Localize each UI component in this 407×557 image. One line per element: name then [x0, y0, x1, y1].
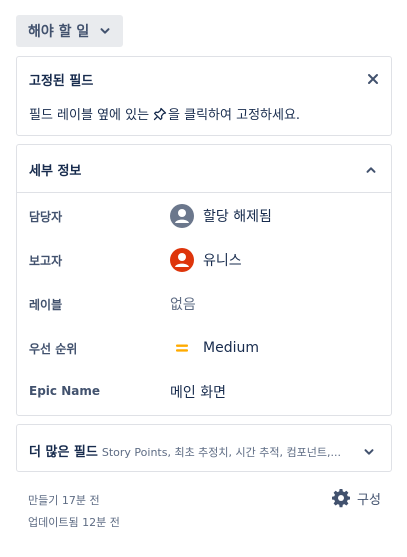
configure-button[interactable]: 구성 [331, 488, 381, 508]
field-label: 담당자 [29, 210, 63, 224]
more-fields-subtitle: Story Points, 최초 추정치, 시간 추적, 컴포넌트,... [101, 446, 341, 459]
details-header[interactable]: 세부 정보 [17, 145, 391, 193]
reporter-text: 유니스 [203, 253, 242, 269]
details-card: 세부 정보 담당자 할당 해제됨 보고자 유니스 레이블 없음 우선 순위 Me… [16, 144, 392, 416]
field-label: 보고자 [29, 254, 63, 268]
field-assignee: 담당자 할당 해제됨 [17, 204, 391, 228]
assignee-value[interactable]: 할당 해제됨 [170, 204, 272, 228]
pinned-desc-after: 을 클릭하여 고정하세요. [168, 108, 301, 123]
pinned-fields-description: 필드 레이블 옆에 있는 을 클릭하여 고정하세요. [29, 104, 300, 123]
more-fields-card[interactable]: 더 많은 필드 Story Points, 최초 추정치, 시간 추적, 컴포넌트… [16, 424, 392, 472]
pinned-fields-title: 고정된 필드 [29, 74, 94, 89]
unassigned-avatar-icon [170, 204, 194, 228]
priority-text: Medium [203, 340, 259, 356]
pinned-fields-card: 고정된 필드 필드 레이블 옆에 있는 을 클릭하여 고정하세요. [16, 56, 392, 136]
reporter-value[interactable]: 유니스 [170, 248, 242, 272]
details-title: 세부 정보 [29, 164, 82, 179]
status-label: 해야 할 일 [28, 24, 90, 40]
field-label: 우선 순위 [29, 342, 78, 356]
chevron-up-icon[interactable] [365, 161, 377, 180]
field-priority: 우선 순위 Medium [17, 336, 391, 360]
created-timestamp: 만들기 17분 전 [28, 494, 100, 507]
close-icon[interactable] [367, 70, 379, 89]
priority-medium-icon [170, 336, 194, 360]
updated-timestamp: 업데이트됨 12분 전 [28, 516, 120, 529]
gear-icon [332, 489, 350, 508]
priority-value[interactable]: Medium [170, 336, 259, 360]
chevron-down-icon [99, 25, 111, 37]
chevron-down-icon[interactable] [363, 443, 375, 462]
epic-name-value[interactable]: 메인 화면 [170, 380, 226, 404]
status-dropdown-button[interactable]: 해야 할 일 [16, 15, 123, 47]
field-labels: 레이블 없음 [17, 292, 391, 316]
more-fields-text: 더 많은 필드 Story Points, 최초 추정치, 시간 추적, 컴포넌트… [29, 441, 341, 460]
pinned-desc-before: 필드 레이블 옆에 있는 [29, 108, 150, 123]
more-fields-title: 더 많은 필드 [29, 445, 98, 460]
pin-icon [153, 107, 167, 121]
assignee-text: 할당 해제됨 [203, 209, 272, 225]
field-label: Epic Name [29, 384, 100, 398]
field-reporter: 보고자 유니스 [17, 248, 391, 272]
reporter-avatar-icon [170, 248, 194, 272]
labels-value[interactable]: 없음 [170, 292, 196, 316]
configure-label: 구성 [357, 492, 381, 508]
field-label: 레이블 [29, 298, 63, 312]
field-epic-name: Epic Name 메인 화면 [17, 380, 391, 404]
